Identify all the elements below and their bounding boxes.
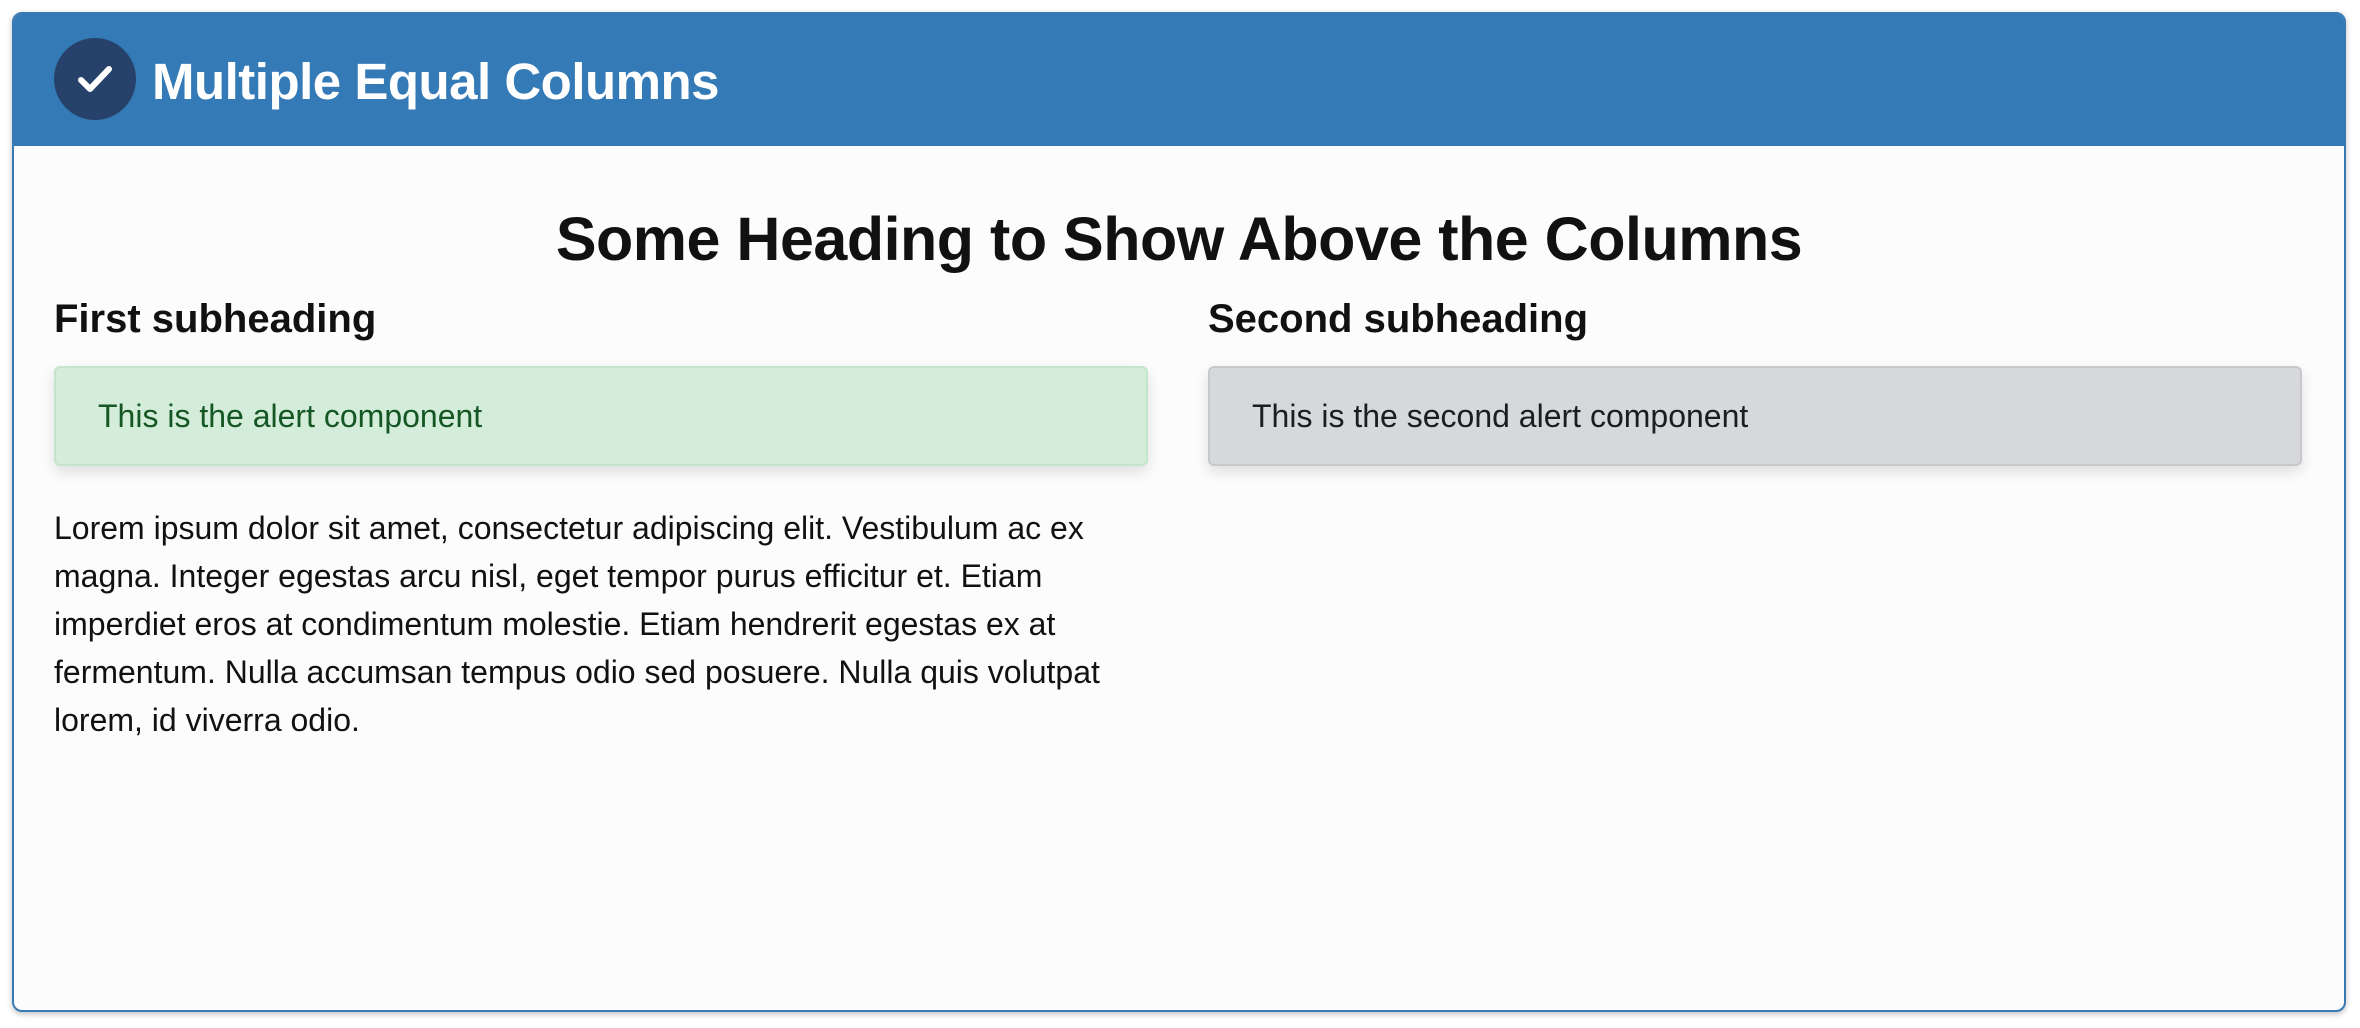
page-heading: Some Heading to Show Above the Columns xyxy=(555,205,1803,273)
secondary-alert-text: This is the second alert component xyxy=(1252,397,1749,434)
first-subheading: First subheading xyxy=(54,297,377,341)
column-second: Second subheading This is the second ale… xyxy=(1208,294,2302,466)
card-title: Multiple Equal Columns xyxy=(152,53,720,110)
secondary-alert: This is the second alert component xyxy=(1208,366,2302,466)
card: Multiple Equal Columns Some Heading to S… xyxy=(12,12,2346,1012)
check-icon xyxy=(54,38,136,120)
second-subheading: Second subheading xyxy=(1208,297,1589,341)
column-first: First subheading This is the alert compo… xyxy=(54,294,1148,744)
check-mark xyxy=(78,66,112,92)
success-alert-text: This is the alert component xyxy=(98,397,483,434)
success-alert: This is the alert component xyxy=(54,366,1148,466)
card-header: Multiple Equal Columns xyxy=(14,14,2344,146)
body-paragraph: Lorem ipsum dolor sit amet, consectetur … xyxy=(54,510,1100,738)
